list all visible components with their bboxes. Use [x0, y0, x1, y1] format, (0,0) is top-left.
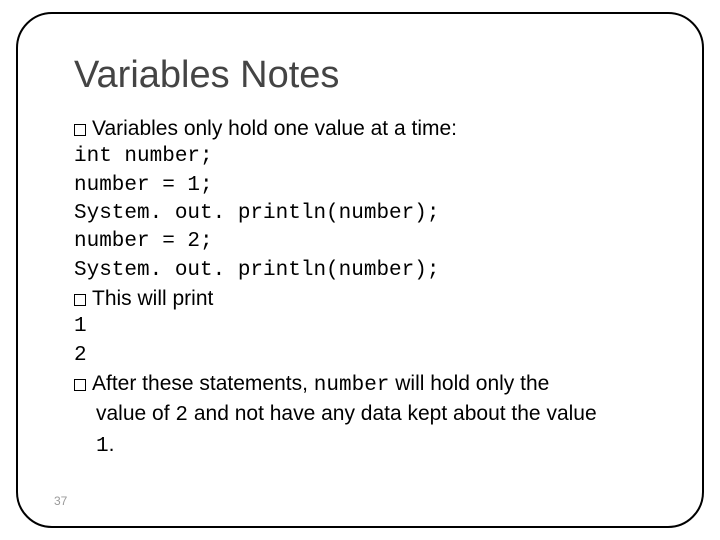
bullet-text-2: This will print: [92, 287, 213, 310]
page-number: 37: [54, 494, 67, 508]
inline-code-number: number: [314, 374, 390, 397]
square-bullet-icon: [74, 294, 86, 306]
code-line-2: number = 1;: [74, 172, 646, 200]
output-line-2: 2: [74, 342, 646, 370]
bullet-text-3a: After these statements,: [92, 372, 314, 395]
code-line-3: System. out. println(number);: [74, 200, 646, 228]
inline-code-1: 1: [96, 435, 109, 458]
bullet-item-3: After these statements, number will hold…: [74, 370, 646, 461]
bullet-text-3d: .: [109, 433, 115, 456]
bullet-text-3b: will hold only the: [389, 372, 549, 395]
bullet-item-2: This will print: [74, 285, 646, 313]
inline-code-2: 2: [175, 404, 188, 427]
code-line-4: number = 2;: [74, 228, 646, 256]
slide-body: Variables only hold one value at a time:…: [74, 115, 646, 461]
bullet-text-3b2: value of: [96, 402, 175, 425]
bullet-item-3-continuation: value of 2 and not have any data kept ab…: [74, 400, 646, 461]
bullet-text-3c: and not have any data kept about the val…: [188, 402, 597, 425]
slide: Variables Notes Variables only hold one …: [0, 0, 720, 540]
slide-frame: Variables Notes Variables only hold one …: [16, 12, 704, 528]
bullet-item-1: Variables only hold one value at a time:: [74, 115, 646, 143]
square-bullet-icon: [74, 379, 86, 391]
code-line-1: int number;: [74, 143, 646, 171]
square-bullet-icon: [74, 124, 86, 136]
output-line-1: 1: [74, 313, 646, 341]
code-line-5: System. out. println(number);: [74, 257, 646, 285]
bullet-text-1: Variables only hold one value at a time:: [92, 117, 457, 140]
slide-title: Variables Notes: [74, 54, 646, 97]
